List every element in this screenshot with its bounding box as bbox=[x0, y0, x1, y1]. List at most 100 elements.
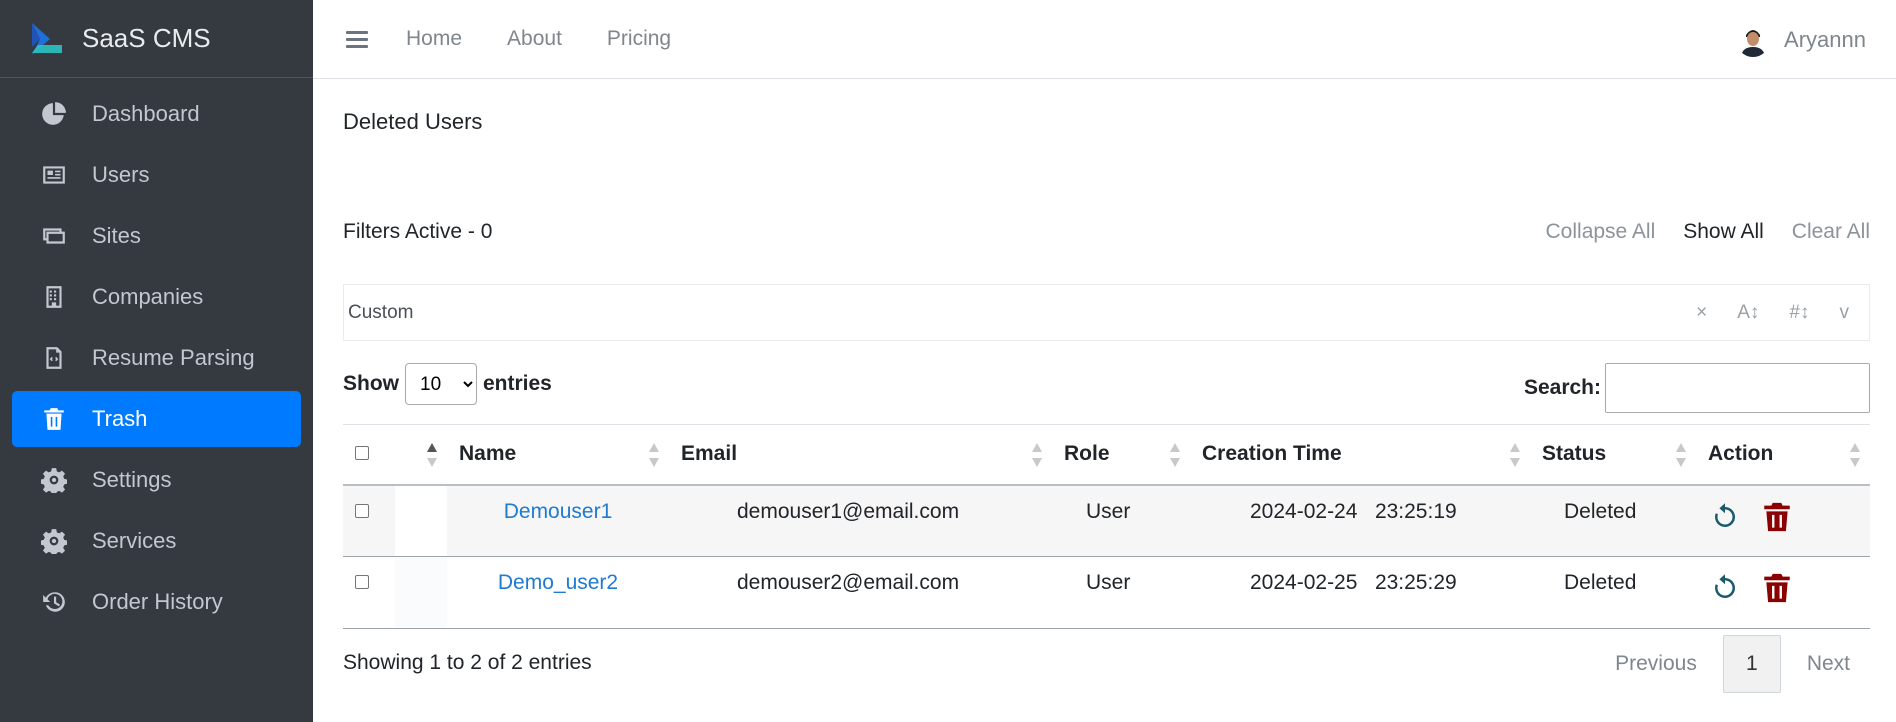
creation-time-cell: 2024-02-24 23:25:19 bbox=[1190, 484, 1530, 557]
pie-chart-icon bbox=[40, 100, 68, 128]
filter-actions: Collapse All Show All Clear All bbox=[1518, 220, 1870, 244]
table-row: Demo_user2 demouser2@email.com User 2024… bbox=[343, 556, 1870, 629]
sidebar-item-services[interactable]: Services bbox=[12, 513, 301, 569]
clear-icon[interactable]: × bbox=[1696, 302, 1707, 324]
role-cell: User bbox=[1052, 484, 1190, 557]
restore-icon[interactable] bbox=[1710, 573, 1740, 603]
sidebar-item-label: Companies bbox=[92, 284, 204, 309]
email-column-header[interactable]: Email bbox=[669, 424, 1052, 486]
column-label: Action bbox=[1708, 442, 1774, 466]
sidebar-item-sites[interactable]: Sites bbox=[12, 208, 301, 264]
row-checkbox[interactable] bbox=[355, 575, 369, 589]
id-column-header[interactable] bbox=[395, 424, 447, 486]
select-all-header bbox=[343, 424, 395, 486]
creation-date: 2024-02-24 bbox=[1250, 499, 1358, 523]
email-cell: demouser2@email.com bbox=[669, 556, 1052, 629]
sidebar-item-label: Settings bbox=[92, 467, 172, 492]
entries-label: entries bbox=[483, 372, 552, 395]
show-label: Show bbox=[343, 372, 399, 395]
nav-link-home[interactable]: Home bbox=[406, 27, 462, 51]
row-select-cell bbox=[343, 484, 395, 557]
restore-icon[interactable] bbox=[1710, 502, 1740, 532]
search-input[interactable] bbox=[1605, 363, 1870, 413]
sort-alpha-icon[interactable]: A↕ bbox=[1737, 302, 1759, 324]
show-entries-control: Show 10 entries bbox=[343, 363, 552, 405]
table-search: Search: bbox=[1524, 363, 1870, 413]
nav-link-pricing[interactable]: Pricing bbox=[607, 27, 671, 51]
action-cell bbox=[1696, 484, 1870, 557]
table-info: Showing 1 to 2 of 2 entries bbox=[343, 651, 592, 674]
status-cell: Deleted bbox=[1530, 556, 1696, 629]
deleted-users-table: Name Email Role Creation Time Status Act… bbox=[343, 424, 1870, 629]
column-label: Creation Time bbox=[1202, 442, 1342, 466]
row-select-cell bbox=[343, 556, 395, 629]
custom-filter-label: Custom bbox=[348, 301, 414, 323]
history-icon bbox=[40, 588, 68, 616]
table-row: Demouser1 demouser1@email.com User 2024-… bbox=[343, 484, 1870, 557]
sidebar-item-dashboard[interactable]: Dashboard bbox=[12, 86, 301, 142]
page-1-button[interactable]: 1 bbox=[1722, 635, 1781, 693]
sidebar-item-order-history[interactable]: Order History bbox=[12, 574, 301, 630]
user-name-link[interactable]: Demo_user2 bbox=[498, 571, 618, 594]
sidebar-nav: Dashboard Users Sites Companies Resume P… bbox=[0, 86, 313, 630]
select-all-checkbox[interactable] bbox=[355, 446, 369, 461]
menu-toggle-icon[interactable] bbox=[346, 27, 368, 52]
role-column-header[interactable]: Role bbox=[1052, 424, 1190, 486]
delete-permanently-icon[interactable] bbox=[1760, 500, 1794, 534]
sidebar-item-companies[interactable]: Companies bbox=[12, 269, 301, 325]
next-page-button[interactable]: Next bbox=[1807, 652, 1850, 676]
pagination: Previous 1 Next bbox=[1615, 635, 1870, 693]
sidebar: SaaS CMS Dashboard Users Sites Companies bbox=[0, 0, 313, 722]
column-label: Email bbox=[681, 442, 738, 466]
column-label: Status bbox=[1542, 442, 1607, 466]
row-checkbox[interactable] bbox=[355, 503, 369, 518]
brand-logo-icon bbox=[28, 19, 68, 59]
user-name-link[interactable]: Demouser1 bbox=[504, 500, 613, 523]
avatar bbox=[1736, 22, 1771, 57]
custom-filter-select[interactable]: Custom × A↕ #↕ v bbox=[343, 284, 1870, 341]
sidebar-item-label: Sites bbox=[92, 223, 141, 248]
sidebar-item-label: Users bbox=[92, 162, 150, 187]
sort-icon bbox=[1850, 443, 1860, 467]
id-cell bbox=[395, 556, 447, 629]
clear-all-button[interactable]: Clear All bbox=[1792, 220, 1870, 244]
creation-date: 2024-02-25 bbox=[1250, 571, 1358, 594]
entries-per-page-select[interactable]: 10 bbox=[405, 363, 477, 405]
column-label: Name bbox=[459, 442, 517, 466]
sidebar-item-settings[interactable]: Settings bbox=[12, 452, 301, 508]
creation-time-column-header[interactable]: Creation Time bbox=[1190, 424, 1530, 486]
search-label: Search: bbox=[1523, 376, 1601, 399]
sidebar-item-label: Trash bbox=[92, 406, 148, 431]
status-column-header[interactable]: Status bbox=[1530, 424, 1696, 486]
nav-link-about[interactable]: About bbox=[507, 27, 562, 51]
browser-window-icon bbox=[40, 222, 68, 250]
gear-icon bbox=[40, 527, 68, 555]
action-column-header[interactable]: Action bbox=[1696, 424, 1870, 486]
user-menu[interactable]: Aryannn bbox=[1736, 0, 1866, 79]
chevron-down-icon[interactable]: v bbox=[1840, 302, 1850, 324]
page-title: Deleted Users bbox=[343, 109, 483, 134]
delete-permanently-icon[interactable] bbox=[1760, 571, 1794, 605]
column-label: Role bbox=[1064, 442, 1110, 466]
previous-page-button[interactable]: Previous bbox=[1615, 652, 1697, 676]
show-all-button[interactable]: Show All bbox=[1683, 220, 1764, 244]
sort-numeric-icon[interactable]: #↕ bbox=[1789, 302, 1809, 324]
building-icon bbox=[40, 283, 68, 311]
name-column-header[interactable]: Name bbox=[447, 424, 669, 486]
sidebar-item-label: Dashboard bbox=[92, 101, 200, 126]
brand[interactable]: SaaS CMS bbox=[0, 0, 313, 78]
table-header-row: Name Email Role Creation Time Status Act… bbox=[343, 424, 1870, 486]
action-cell bbox=[1696, 556, 1870, 629]
top-navbar: Home About Pricing Aryannn bbox=[313, 0, 1896, 79]
sidebar-item-users[interactable]: Users bbox=[12, 147, 301, 203]
sidebar-item-label: Resume Parsing bbox=[92, 345, 255, 370]
sidebar-item-resume-parsing[interactable]: Resume Parsing bbox=[12, 330, 301, 386]
collapse-all-button[interactable]: Collapse All bbox=[1546, 220, 1656, 244]
sidebar-item-trash[interactable]: Trash bbox=[12, 391, 301, 447]
sort-icon bbox=[427, 443, 437, 467]
role-cell: User bbox=[1052, 556, 1190, 629]
id-card-icon bbox=[40, 161, 68, 189]
sort-icon bbox=[1676, 443, 1686, 467]
name-cell: Demo_user2 bbox=[447, 556, 669, 629]
sidebar-item-label: Order History bbox=[92, 589, 223, 614]
